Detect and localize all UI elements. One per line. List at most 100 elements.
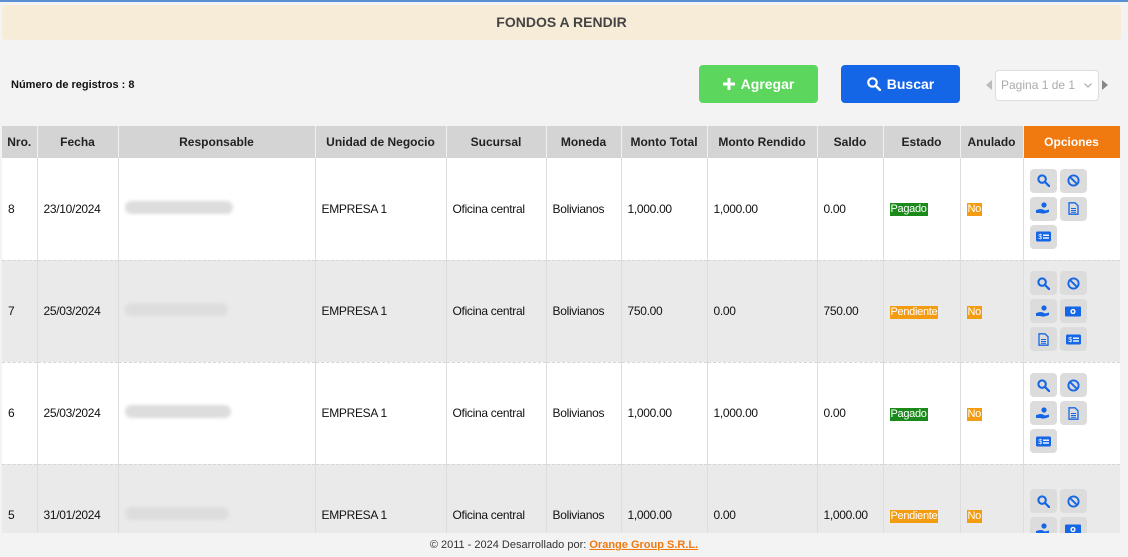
ban-icon (1066, 276, 1080, 290)
cell-monto-total: 1,000.00 (621, 362, 708, 464)
records-count: Número de registros : 8 (11, 79, 135, 91)
col-estado[interactable]: Estado (883, 126, 961, 158)
cell-opciones: $ (1023, 362, 1120, 464)
page-select-value: Pagina 1 de 1 (1001, 78, 1076, 92)
cell-responsable (118, 158, 316, 260)
records-table: Nro. Fecha Responsable Unidad de Negocio… (2, 126, 1120, 533)
col-fecha[interactable]: Fecha (37, 126, 119, 158)
ban-button[interactable] (1059, 271, 1087, 295)
search-button[interactable]: Buscar (841, 65, 960, 103)
next-page-icon[interactable] (1102, 80, 1108, 90)
table-row[interactable]: 5 31/01/2024 EMPRESA 1 Oficina central Boliv… (2, 464, 1120, 533)
document-button[interactable] (1029, 327, 1057, 351)
cell-unidad: EMPRESA 1 (315, 464, 447, 533)
col-saldo[interactable]: Saldo (817, 126, 884, 158)
page-select[interactable]: Pagina 1 de 1 (995, 69, 1099, 101)
col-unidad[interactable]: Unidad de Negocio (315, 126, 447, 158)
status-badge: Pagado (889, 203, 928, 217)
hand-money-button[interactable] (1029, 196, 1057, 221)
cash-button[interactable] (1059, 299, 1087, 323)
cell-responsable (118, 260, 316, 362)
col-sucursal[interactable]: Sucursal (446, 126, 547, 158)
redacted-name (124, 405, 231, 418)
cell-monto-rendido: 1,000.00 (707, 362, 818, 464)
cell-nro: 6 (2, 362, 38, 464)
cell-moneda: Bolivianos (546, 464, 622, 533)
search-icon (1036, 276, 1050, 290)
redacted-name (124, 303, 228, 316)
cell-estado: Pendiente (883, 464, 961, 533)
col-nro[interactable]: Nro. (2, 126, 38, 158)
footer-text: © 2011 - 2024 Desarrollado por: (429, 539, 587, 551)
cell-saldo: 0.00 (817, 362, 884, 464)
hand-money-icon (1036, 522, 1049, 533)
options-group: $ (1029, 373, 1120, 453)
col-monto-rendido[interactable]: Monto Rendido (707, 126, 818, 158)
cash-button[interactable] (1059, 517, 1087, 533)
cell-fecha: 23/10/2024 (37, 158, 119, 260)
status-badge: Pendiente (889, 509, 939, 523)
hand-money-button[interactable] (1029, 299, 1057, 323)
anulado-badge: No (966, 509, 982, 523)
document-icon (1037, 332, 1049, 346)
ban-button[interactable] (1059, 489, 1087, 513)
table-row[interactable]: 6 25/03/2024 EMPRESA 1 Oficina central Boliv… (2, 362, 1120, 464)
hand-money-icon (1036, 304, 1049, 317)
hand-money-button[interactable] (1029, 517, 1057, 533)
footer-link[interactable]: Orange Group S.R.L. (589, 539, 698, 551)
ban-button[interactable] (1059, 168, 1087, 193)
cell-monto-rendido: 0.00 (707, 464, 818, 533)
col-anulado[interactable]: Anulado (960, 126, 1024, 158)
search-button[interactable] (1029, 373, 1057, 397)
check-card-button[interactable]: $ (1059, 327, 1087, 351)
redacted-name (124, 507, 229, 520)
search-button-label: Buscar (886, 76, 935, 92)
document-button[interactable] (1059, 196, 1087, 221)
cell-monto-total: 750.00 (621, 260, 708, 362)
cell-anulado: No (960, 260, 1024, 362)
col-responsable[interactable]: Responsable (118, 126, 316, 158)
options-group (1029, 489, 1120, 533)
col-opciones: Opciones (1023, 126, 1120, 158)
check-card-button[interactable]: $ (1029, 429, 1057, 453)
svg-text:$: $ (1068, 337, 1072, 344)
anulado-badge: No (966, 305, 982, 319)
cell-fecha: 25/03/2024 (37, 362, 119, 464)
cell-monto-total: 1,000.00 (621, 464, 708, 533)
cell-sucursal: Oficina central (446, 260, 547, 362)
prev-page-icon[interactable] (986, 80, 992, 90)
hand-money-icon (1036, 202, 1049, 214)
ban-button[interactable] (1059, 373, 1087, 397)
cell-opciones (1023, 464, 1120, 533)
document-button[interactable] (1059, 401, 1087, 425)
cell-unidad: EMPRESA 1 (315, 158, 447, 260)
check-card-icon: $ (1035, 231, 1051, 242)
col-monto-total[interactable]: Monto Total (621, 126, 708, 158)
search-button[interactable] (1029, 271, 1057, 295)
cell-responsable (118, 362, 316, 464)
plus-icon (722, 78, 735, 90)
pagination: Pagina 1 de 1 (986, 68, 1108, 102)
redacted-name (124, 200, 233, 214)
cell-monto-rendido: 0.00 (707, 260, 818, 362)
add-button-label: Agregar (740, 76, 795, 92)
ban-icon (1066, 174, 1080, 187)
svg-text:$: $ (1038, 234, 1042, 241)
anulado-badge: No (966, 203, 982, 217)
cell-fecha: 31/01/2024 (37, 464, 119, 533)
cell-nro: 8 (2, 158, 38, 260)
col-moneda[interactable]: Moneda (546, 126, 622, 158)
table-row[interactable]: 7 25/03/2024 EMPRESA 1 Oficina central Boliv… (2, 260, 1120, 362)
search-button[interactable] (1029, 489, 1057, 513)
search-icon (1036, 174, 1050, 188)
cell-estado: Pendiente (883, 260, 961, 362)
check-card-button[interactable]: $ (1029, 224, 1057, 249)
search-button[interactable] (1029, 168, 1057, 193)
search-icon (1036, 378, 1050, 392)
hand-money-button[interactable] (1029, 401, 1057, 425)
cell-anulado: No (960, 158, 1024, 260)
cell-opciones: $ (1023, 260, 1120, 362)
cell-fecha: 25/03/2024 (37, 260, 119, 362)
table-row[interactable]: 8 23/10/2024 EMPRESA 1 Oficina central Boliv… (2, 158, 1120, 260)
add-button[interactable]: Agregar (699, 65, 818, 103)
